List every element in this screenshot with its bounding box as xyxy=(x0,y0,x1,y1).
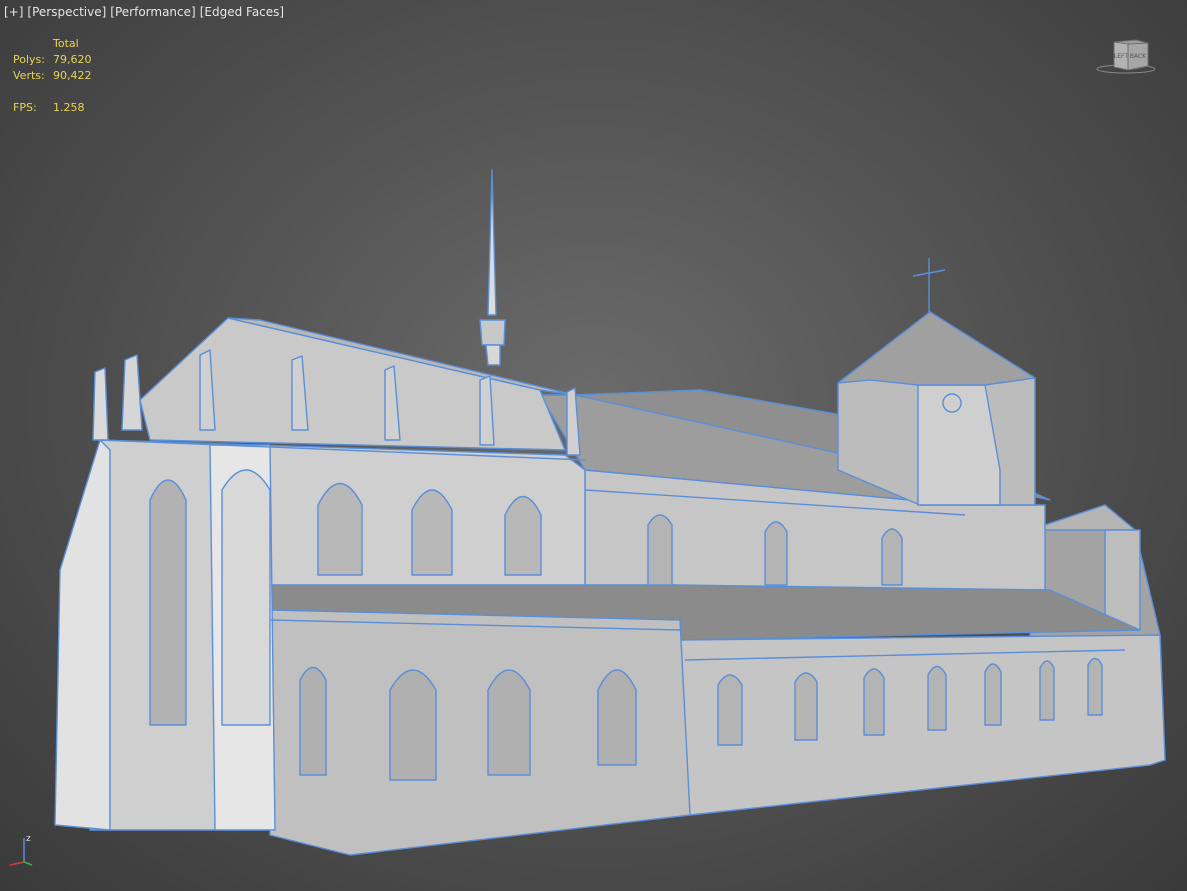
axis-tripod-icon: z xyxy=(6,832,36,872)
axis-z-label: z xyxy=(26,834,31,844)
viewport-scene[interactable] xyxy=(0,0,1187,891)
cathedral-model xyxy=(54,169,1166,856)
